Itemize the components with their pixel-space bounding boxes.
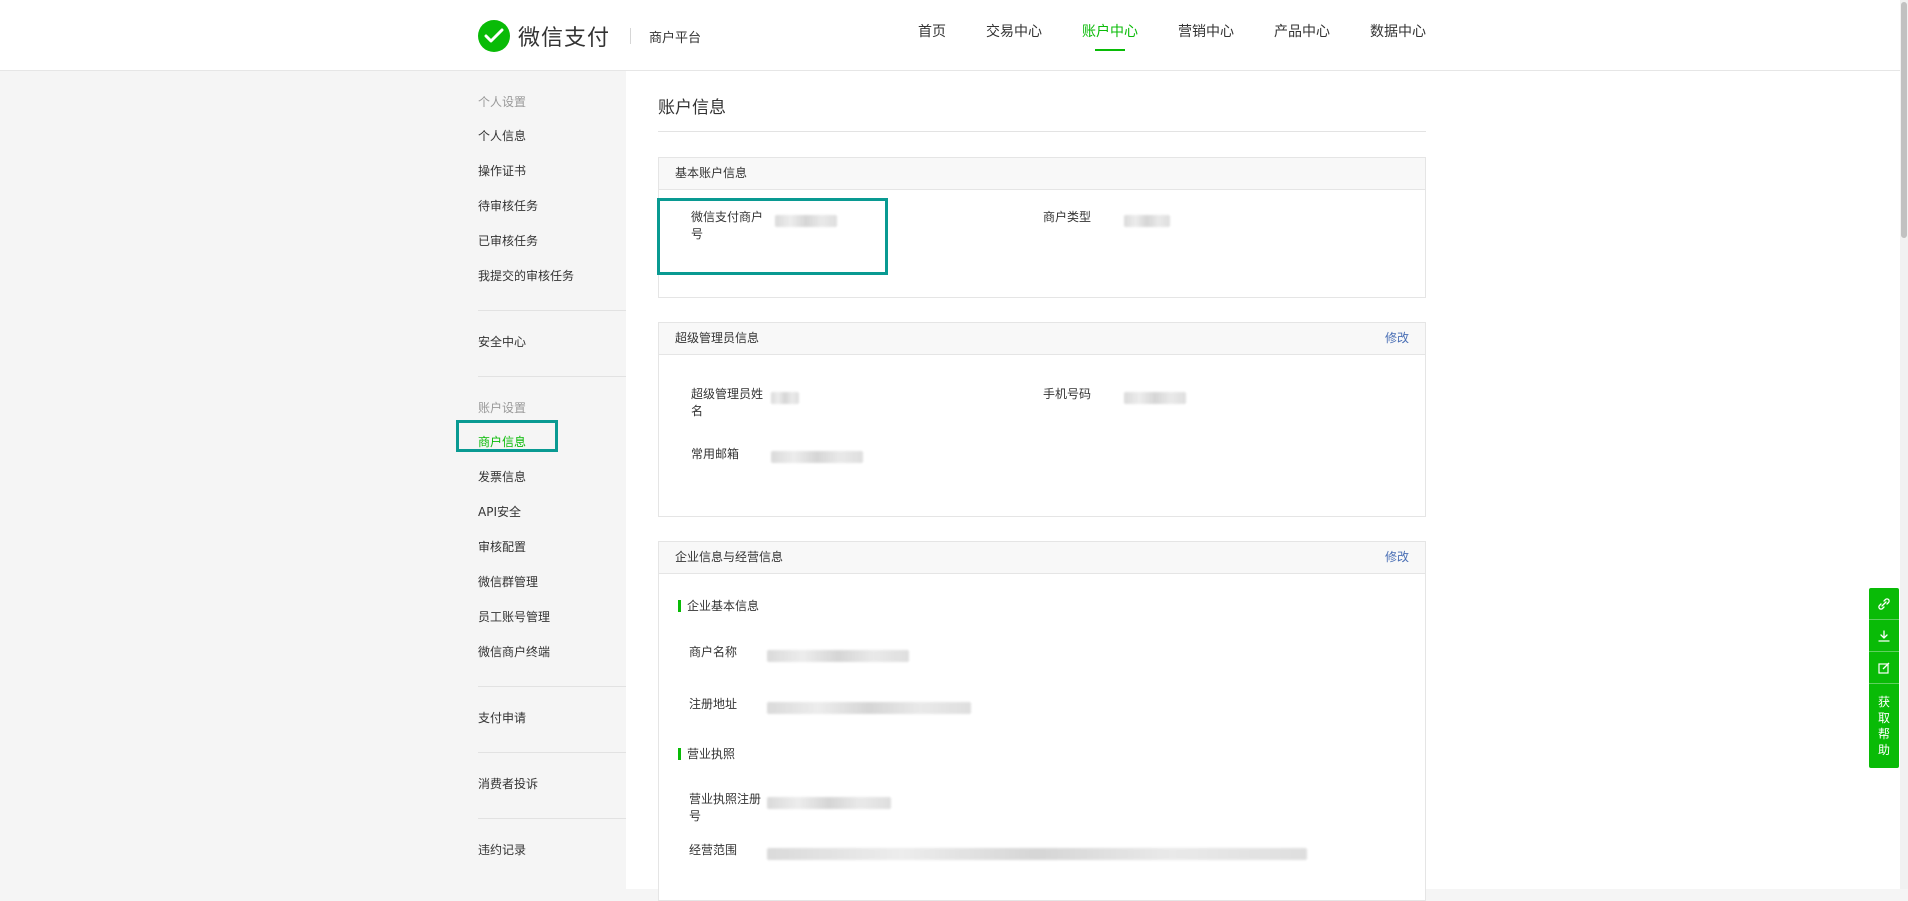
nav-marketing-center[interactable]: 营销中心 <box>1178 0 1234 70</box>
admin-email-label: 常用邮箱 <box>691 447 740 461</box>
help-button[interactable]: 获取帮助 <box>1877 684 1891 768</box>
sidebar-divider <box>478 752 626 753</box>
sidebar-group-personal: 个人设置 <box>478 95 527 109</box>
edit-icon[interactable] <box>1869 652 1899 684</box>
admin-phone-value <box>1124 392 1186 404</box>
sidebar-item-personal-info[interactable]: 个人信息 <box>478 119 626 154</box>
company-address-value <box>767 702 971 714</box>
sidebar-item-staff-accounts[interactable]: 员工账号管理 <box>478 600 626 635</box>
company-basic-subtitle: 企业基本信息 <box>678 599 759 613</box>
card-admin-title: 超级管理员信息 修改 <box>659 323 1425 355</box>
card-title-text: 超级管理员信息 <box>675 331 760 345</box>
nav-product-center[interactable]: 产品中心 <box>1274 0 1330 70</box>
sidebar-item-certificate[interactable]: 操作证书 <box>478 154 626 189</box>
sidebar-item-wechat-group[interactable]: 微信群管理 <box>478 565 626 600</box>
sidebar-item-security[interactable]: 安全中心 <box>478 325 626 360</box>
sidebar-divider <box>478 818 626 819</box>
admin-name-label: 超级管理员姓名 <box>691 387 764 418</box>
sidebar-item-reviewed[interactable]: 已审核任务 <box>478 224 626 259</box>
scroll-thumb[interactable] <box>1901 2 1907 238</box>
wechat-pay-logo-icon <box>478 20 510 52</box>
sidebar-item-my-submitted[interactable]: 我提交的审核任务 <box>478 259 626 294</box>
merchant-id-label: 微信支付商户号 <box>691 210 764 241</box>
merchant-id-value <box>775 215 837 227</box>
sidebar-item-invoice[interactable]: 发票信息 <box>478 460 626 495</box>
main-content: 账户信息 基本账户信息 微信支付商户号 商户类型 超级管理员信息 修改 超级管理… <box>626 71 1908 901</box>
sidebar-divider <box>478 376 626 377</box>
company-name-value <box>767 650 909 662</box>
download-icon[interactable] <box>1869 620 1899 652</box>
sidebar-item-pending-review[interactable]: 待审核任务 <box>478 189 626 224</box>
license-no-label: 营业执照注册号 <box>689 792 762 823</box>
admin-name-value <box>771 392 799 404</box>
company-edit-link[interactable]: 修改 <box>1385 542 1409 573</box>
sidebar-item-review-config[interactable]: 审核配置 <box>478 530 626 565</box>
scrollbar[interactable] <box>1900 0 1908 889</box>
scope-label: 经营范围 <box>689 843 738 857</box>
sidebar-item-merchant-info[interactable]: 商户信息 <box>478 425 626 460</box>
card-basic-account-title: 基本账户信息 <box>659 158 1425 190</box>
card-admin: 超级管理员信息 修改 超级管理员姓名 手机号码 常用邮箱 <box>658 322 1426 517</box>
admin-phone-label: 手机号码 <box>1043 387 1092 401</box>
link-icon[interactable] <box>1869 588 1899 620</box>
sidebar-divider <box>478 310 626 311</box>
sidebar-item-pay-apply[interactable]: 支付申请 <box>478 701 626 736</box>
card-basic-account: 基本账户信息 微信支付商户号 商户类型 <box>658 157 1426 298</box>
scope-value <box>767 848 1307 860</box>
card-title-text: 基本账户信息 <box>675 166 748 180</box>
brand-separator <box>630 28 632 44</box>
card-title-text: 企业信息与经营信息 <box>675 550 784 564</box>
top-bar: 微信支付 商户平台 首页 交易中心 账户中心 营销中心 产品中心 数据中心 <box>0 0 1908 71</box>
nav-account-center[interactable]: 账户中心 <box>1082 0 1138 70</box>
sidebar-item-complaints[interactable]: 消费者投诉 <box>478 767 626 802</box>
company-name-label: 商户名称 <box>689 645 738 659</box>
sidebar: 个人设置 个人信息 操作证书 待审核任务 已审核任务 我提交的审核任务 安全中心… <box>478 70 626 868</box>
merchant-type-label: 商户类型 <box>1043 210 1092 224</box>
merchant-type-value <box>1124 215 1170 227</box>
floating-toolbar: 获取帮助 <box>1869 588 1899 768</box>
nav-home[interactable]: 首页 <box>918 0 946 70</box>
platform-name: 商户平台 <box>649 30 702 46</box>
admin-email-value <box>771 451 863 463</box>
sidebar-item-api-security[interactable]: API安全 <box>478 495 626 530</box>
brand-logo[interactable]: 微信支付 商户平台 <box>478 20 701 52</box>
nav-trade-center[interactable]: 交易中心 <box>986 0 1042 70</box>
sidebar-item-terminals[interactable]: 微信商户终端 <box>478 635 626 670</box>
card-company-title: 企业信息与经营信息 修改 <box>659 542 1425 574</box>
sidebar-item-violations[interactable]: 违约记录 <box>478 833 626 868</box>
nav-data-center[interactable]: 数据中心 <box>1370 0 1426 70</box>
license-subtitle: 营业执照 <box>678 747 735 761</box>
card-company: 企业信息与经营信息 修改 企业基本信息 商户名称 注册地址 营业执照 营业执照注… <box>658 541 1426 901</box>
sidebar-divider <box>478 686 626 687</box>
main-nav: 首页 交易中心 账户中心 营销中心 产品中心 数据中心 <box>878 0 1426 70</box>
title-divider <box>658 131 1426 132</box>
admin-edit-link[interactable]: 修改 <box>1385 323 1409 354</box>
page-title: 账户信息 <box>658 98 726 118</box>
license-no-value <box>767 797 891 809</box>
sidebar-group-account: 账户设置 <box>478 401 527 415</box>
company-address-label: 注册地址 <box>689 697 738 711</box>
brand-name: 微信支付 <box>518 26 611 51</box>
